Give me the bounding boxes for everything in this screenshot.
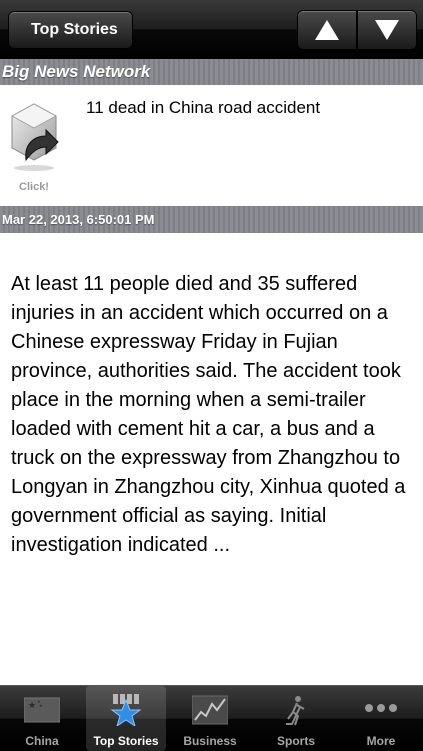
thumbnail-caption: Click! bbox=[19, 181, 49, 193]
tab-business-label: Business bbox=[183, 734, 237, 748]
story-timestamp: Mar 22, 2013, 6:50:01 PM bbox=[0, 206, 423, 233]
tab-more-label: More bbox=[366, 734, 396, 748]
tab-sports[interactable]: Sports bbox=[256, 686, 336, 751]
tab-sports-label: Sports bbox=[276, 734, 315, 748]
source-header: Big News Network bbox=[0, 59, 423, 85]
tab-business[interactable]: Business bbox=[170, 686, 250, 751]
svg-text:★: ★ bbox=[28, 701, 36, 711]
tab-more[interactable]: More bbox=[341, 686, 421, 751]
star-icon bbox=[110, 694, 142, 726]
tab-china[interactable]: ★ ★ ★ China bbox=[2, 686, 82, 751]
back-button[interactable]: Top Stories bbox=[8, 11, 133, 49]
previous-story-button[interactable] bbox=[297, 10, 357, 50]
svg-text:★: ★ bbox=[39, 703, 43, 708]
arrow-down-icon bbox=[375, 20, 399, 40]
china-flag-icon: ★ ★ ★ bbox=[24, 697, 60, 723]
story-headline: 11 dead in China road accident bbox=[86, 98, 321, 117]
tab-top-stories[interactable]: Top Stories bbox=[86, 686, 166, 751]
tab-top-stories-label: Top Stories bbox=[93, 734, 159, 748]
tab-bar: ★ ★ ★ China Top Stories Business Sports bbox=[0, 685, 423, 751]
back-button-label: Top Stories bbox=[31, 21, 118, 38]
stock-chart-icon bbox=[192, 695, 228, 725]
story-thumbnail-button[interactable] bbox=[8, 100, 60, 172]
external-link-icon bbox=[11, 103, 59, 171]
tab-china-label: China bbox=[25, 734, 59, 748]
more-dots-icon bbox=[365, 704, 397, 712]
article-body: At least 11 people died and 35 suffered … bbox=[11, 273, 406, 556]
navigation-bar: Top Stories bbox=[0, 0, 423, 59]
arrow-up-icon bbox=[315, 20, 339, 40]
next-story-button[interactable] bbox=[357, 10, 417, 50]
hockey-player-icon bbox=[286, 696, 305, 726]
